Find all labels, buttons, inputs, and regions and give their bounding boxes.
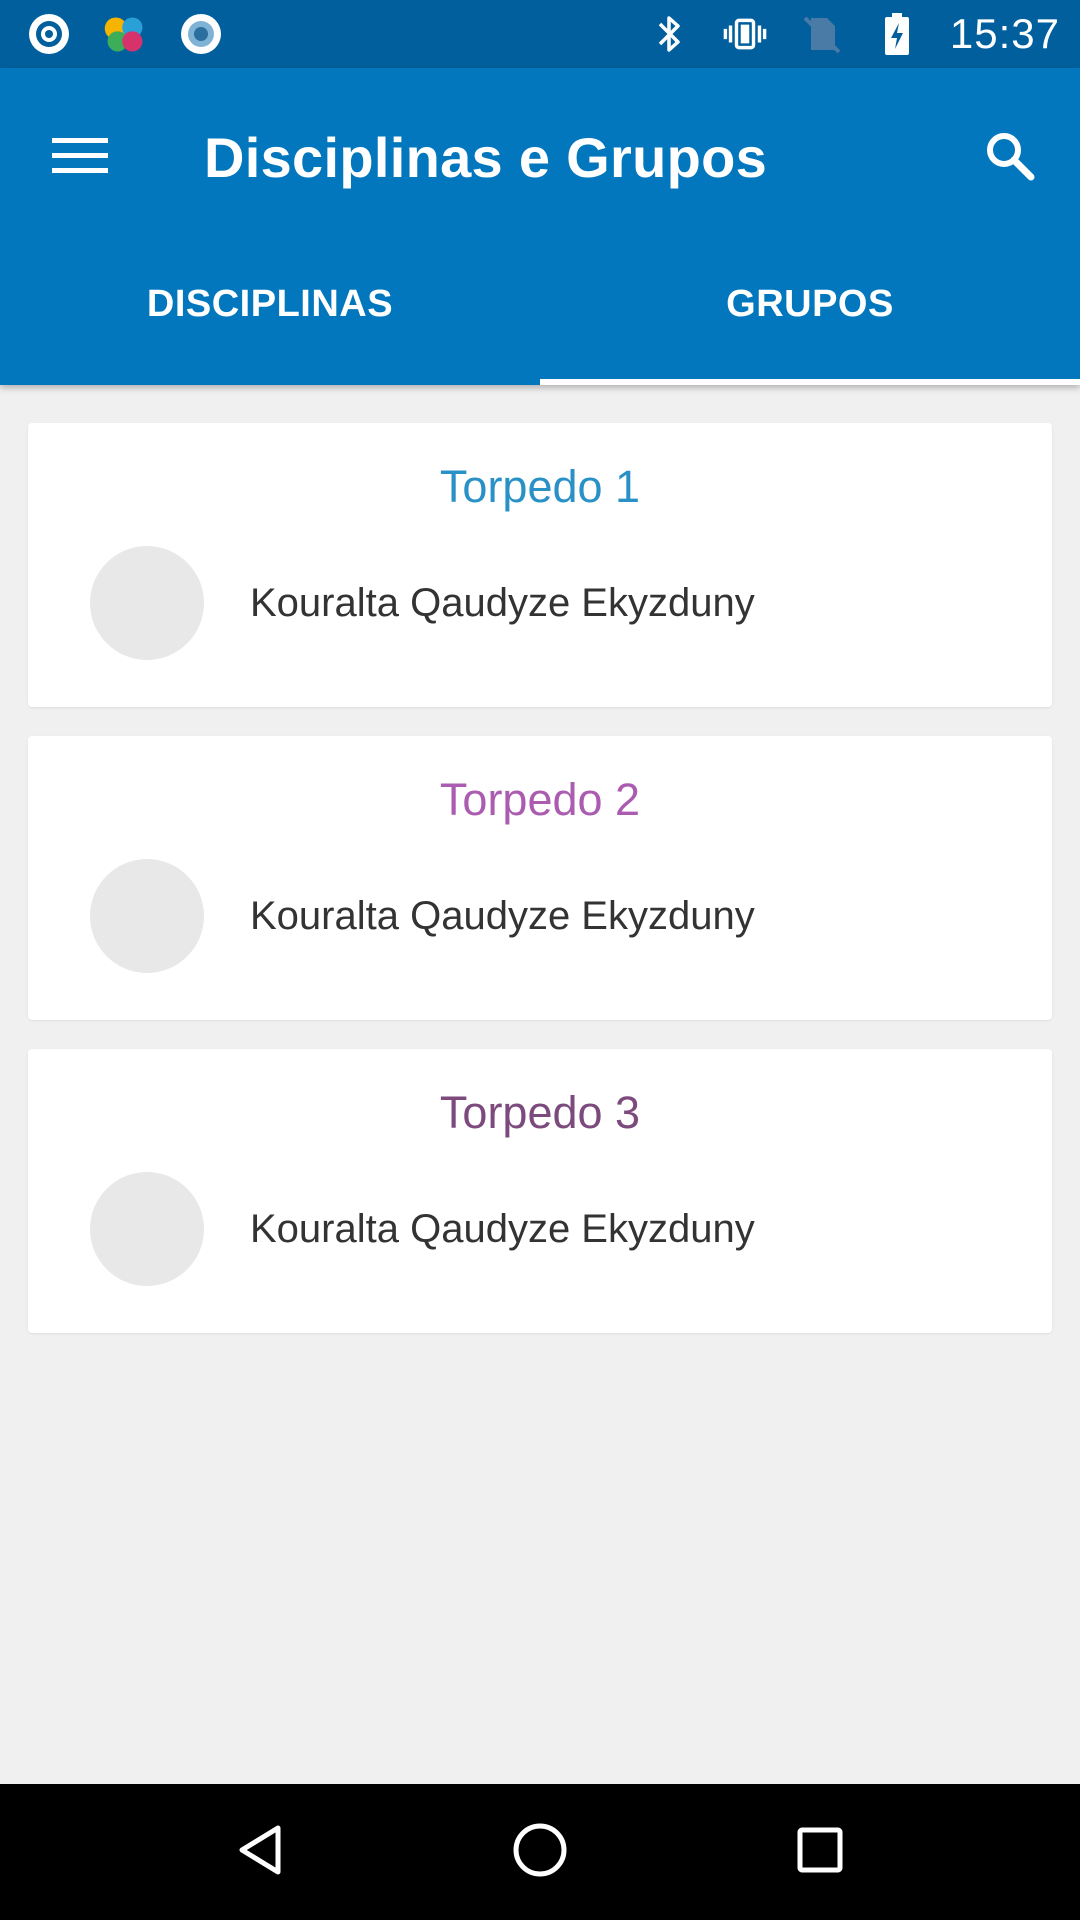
toolbar: Disciplinas e Grupos bbox=[0, 68, 1080, 233]
group-card[interactable]: Torpedo 2 Kouralta Qaudyze Ekyzduny bbox=[28, 736, 1052, 1020]
bluetooth-icon bbox=[646, 11, 692, 57]
selected-tab-indicator bbox=[540, 379, 1080, 385]
target-app-icon bbox=[26, 11, 72, 57]
home-icon bbox=[510, 1820, 570, 1885]
puzzle-app-icon bbox=[102, 11, 148, 57]
avatar bbox=[90, 1172, 204, 1286]
status-bar: 15:37 bbox=[0, 0, 1080, 68]
menu-button[interactable] bbox=[42, 120, 118, 196]
system-status: 15:37 bbox=[646, 10, 1060, 58]
record-app-icon bbox=[178, 11, 224, 57]
group-card[interactable]: Torpedo 1 Kouralta Qaudyze Ekyzduny bbox=[28, 423, 1052, 707]
member-name: Kouralta Qaudyze Ekyzduny bbox=[250, 893, 755, 938]
app-bar: Disciplinas e Grupos DISCIPLINAS GRUPOS bbox=[0, 68, 1080, 385]
page-title: Disciplinas e Grupos bbox=[204, 126, 768, 189]
battery-charging-icon bbox=[874, 11, 920, 57]
group-list: Torpedo 1 Kouralta Qaudyze Ekyzduny Torp… bbox=[28, 423, 1052, 1362]
member-item[interactable]: Kouralta Qaudyze Ekyzduny bbox=[90, 859, 755, 973]
group-title: Torpedo 3 bbox=[439, 1087, 641, 1138]
back-icon bbox=[230, 1820, 290, 1885]
member-item[interactable]: Kouralta Qaudyze Ekyzduny bbox=[90, 1172, 755, 1286]
search-button[interactable] bbox=[970, 118, 1050, 198]
avatar bbox=[90, 859, 204, 973]
tab-bar: DISCIPLINAS GRUPOS bbox=[0, 233, 1080, 385]
notification-icons bbox=[26, 11, 224, 57]
tab-grupos[interactable]: GRUPOS bbox=[540, 233, 1080, 385]
hamburger-menu-icon bbox=[52, 136, 108, 181]
member-item[interactable]: Kouralta Qaudyze Ekyzduny bbox=[90, 546, 755, 660]
status-time: 15:37 bbox=[949, 10, 1060, 57]
group-card[interactable]: Torpedo 3 Kouralta Qaudyze Ekyzduny bbox=[28, 1049, 1052, 1333]
tab-disciplinas[interactable]: DISCIPLINAS bbox=[0, 233, 540, 385]
home-button[interactable] bbox=[492, 1804, 588, 1900]
vibrate-icon bbox=[722, 11, 768, 57]
group-title: Torpedo 2 bbox=[439, 774, 641, 825]
recents-button[interactable] bbox=[772, 1804, 868, 1900]
member-name: Kouralta Qaudyze Ekyzduny bbox=[250, 1206, 755, 1251]
member-name: Kouralta Qaudyze Ekyzduny bbox=[250, 580, 755, 625]
search-icon bbox=[984, 130, 1036, 187]
navigation-bar bbox=[0, 1784, 1080, 1920]
group-title: Torpedo 1 bbox=[439, 461, 641, 512]
back-button[interactable] bbox=[212, 1804, 308, 1900]
recents-icon bbox=[792, 1822, 848, 1883]
avatar bbox=[90, 546, 204, 660]
no-sim-icon bbox=[798, 11, 844, 57]
